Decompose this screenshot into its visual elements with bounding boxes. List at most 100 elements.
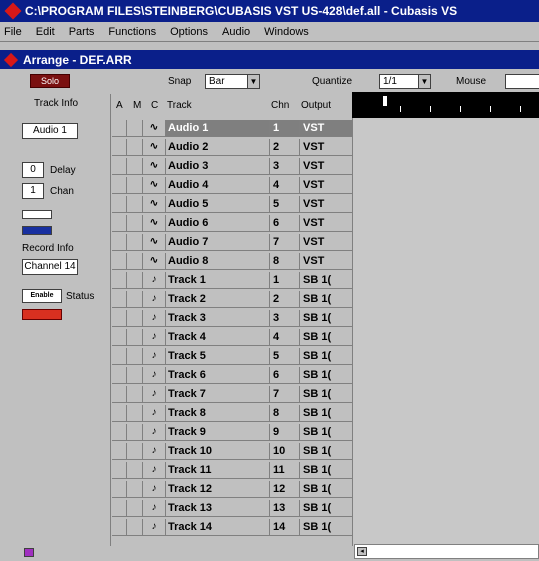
track-row[interactable]: ∿ Audio 7 7 VST [112,234,352,251]
track-row[interactable]: ∿ Audio 8 8 VST [112,253,352,270]
track-mute-cell[interactable] [127,519,143,535]
track-row[interactable]: ♪ Track 8 8 SB 1( [112,405,352,422]
track-row[interactable]: ♪ Track 5 5 SB 1( [112,348,352,365]
track-row[interactable]: ♪ Track 6 6 SB 1( [112,367,352,384]
track-row[interactable]: ♪ Track 13 13 SB 1( [112,500,352,517]
track-mute-cell[interactable] [127,272,143,288]
record-channel-field[interactable]: Channel 14 [22,259,78,275]
menu-edit[interactable]: Edit [36,26,55,38]
track-row[interactable]: ♪ Track 4 4 SB 1( [112,329,352,346]
track-mute-cell[interactable] [127,158,143,174]
track-row[interactable]: ♪ Track 3 3 SB 1( [112,310,352,327]
track-activity-cell[interactable] [112,348,127,364]
scroll-left-icon[interactable]: ◂ [357,547,367,556]
app-title-bar[interactable]: C:\PROGRAM FILES\STEINBERG\CUBASIS VST U… [0,0,539,22]
track-mute-cell[interactable] [127,481,143,497]
track-mute-cell[interactable] [127,329,143,345]
song-position-pointer[interactable] [383,96,387,106]
track-activity-cell[interactable] [112,424,127,440]
chevron-down-icon[interactable]: ▼ [247,75,259,88]
track-row[interactable]: ♪ Track 10 10 SB 1( [112,443,352,460]
enable-button[interactable]: Enable [22,289,62,303]
track-row[interactable]: ♪ Track 11 11 SB 1( [112,462,352,479]
track-mute-cell[interactable] [127,215,143,231]
track-mute-cell[interactable] [127,253,143,269]
quantize-select[interactable]: 1/1 ▼ [379,74,431,89]
track-mute-cell[interactable] [127,139,143,155]
track-activity-cell[interactable] [112,481,127,497]
track-activity-cell[interactable] [112,405,127,421]
track-activity-cell[interactable] [112,272,127,288]
ruler-tick [520,106,521,112]
menu-windows[interactable]: Windows [264,26,309,38]
track-row[interactable]: ∿ Audio 3 3 VST [112,158,352,175]
track-mute-cell[interactable] [127,500,143,516]
track-mode-button[interactable] [22,226,52,235]
track-mute-cell[interactable] [127,177,143,193]
solo-button[interactable]: Solo [30,74,70,88]
track-mute-cell[interactable] [127,424,143,440]
track-row[interactable]: ∿ Audio 1 1 VST [112,120,352,137]
cubase-app-icon[interactable] [4,2,22,20]
delay-field[interactable]: 0 [22,162,44,178]
track-mute-cell[interactable] [127,120,143,136]
track-activity-cell[interactable] [112,120,127,136]
piano-icon[interactable] [24,548,34,557]
track-row[interactable]: ♪ Track 1 1 SB 1( [112,272,352,289]
track-activity-cell[interactable] [112,443,127,459]
track-row[interactable]: ♪ Track 14 14 SB 1( [112,519,352,536]
track-row[interactable]: ♪ Track 12 12 SB 1( [112,481,352,498]
track-activity-cell[interactable] [112,310,127,326]
track-row[interactable]: ♪ Track 2 2 SB 1( [112,291,352,308]
mouse-position-field[interactable] [505,74,539,89]
track-activity-cell[interactable] [112,177,127,193]
track-activity-cell[interactable] [112,386,127,402]
track-activity-cell[interactable] [112,196,127,212]
track-activity-cell[interactable] [112,253,127,269]
track-activity-cell[interactable] [112,291,127,307]
chevron-down-icon[interactable]: ▼ [418,75,430,88]
menu-file[interactable]: File [4,26,22,38]
track-row[interactable]: ∿ Audio 2 2 VST [112,139,352,156]
track-mute-cell[interactable] [127,443,143,459]
track-row[interactable]: ∿ Audio 4 4 VST [112,177,352,194]
track-activity-cell[interactable] [112,519,127,535]
arrangement-area[interactable] [352,118,539,546]
track-activity-cell[interactable] [112,329,127,345]
track-row[interactable]: ∿ Audio 5 5 VST [112,196,352,213]
menu-audio[interactable]: Audio [222,26,250,38]
track-mute-cell[interactable] [127,196,143,212]
snap-select[interactable]: Bar ▼ [205,74,260,89]
track-mute-cell[interactable] [127,310,143,326]
track-mute-cell[interactable] [127,348,143,364]
menu-options[interactable]: Options [170,26,208,38]
track-mute-cell[interactable] [127,367,143,383]
track-mute-cell[interactable] [127,386,143,402]
time-ruler[interactable] [352,92,539,118]
menu-parts[interactable]: Parts [69,26,95,38]
track-row[interactable]: ∿ Audio 6 6 VST [112,215,352,232]
track-activity-cell[interactable] [112,158,127,174]
track-activity-cell[interactable] [112,215,127,231]
track-mute-cell[interactable] [127,291,143,307]
track-activity-cell[interactable] [112,234,127,250]
track-activity-cell[interactable] [112,462,127,478]
track-mute-cell[interactable] [127,462,143,478]
track-activity-cell[interactable] [112,500,127,516]
track-mute-cell[interactable] [127,405,143,421]
arrange-window-icon[interactable] [3,52,19,67]
track-row[interactable]: ♪ Track 7 7 SB 1( [112,386,352,403]
track-mute-cell[interactable] [127,234,143,250]
track-name: Track 11 [165,462,269,478]
track-class-icon: ♪ [151,521,157,532]
track-activity-cell[interactable] [112,139,127,155]
arrange-window-title-bar[interactable]: Arrange - DEF.ARR [0,50,539,69]
track-row[interactable]: ♪ Track 9 9 SB 1( [112,424,352,441]
track-name-field[interactable]: Audio 1 [22,123,78,139]
track-activity-cell[interactable] [112,367,127,383]
horizontal-scrollbar[interactable]: ◂ [354,544,539,559]
track-option-button[interactable] [22,210,52,219]
menu-functions[interactable]: Functions [108,26,156,38]
chan-field[interactable]: 1 [22,183,44,199]
record-enable-button[interactable] [22,309,62,320]
